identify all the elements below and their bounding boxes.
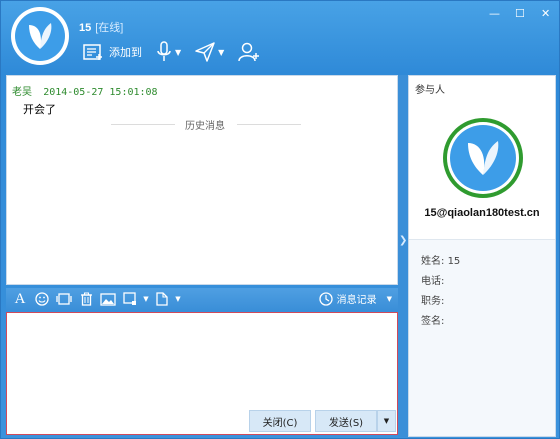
message-header: 老吴 2014-05-27 15:01:08 — [12, 83, 158, 98]
participant-email: 15@qiaolan180test.cn — [424, 207, 540, 219]
message-time: 2014-05-27 15:01:08 — [43, 87, 158, 98]
add-user-icon — [238, 42, 260, 62]
file-icon[interactable] — [152, 290, 172, 308]
info-row-name: 姓名: 15 — [421, 256, 461, 267]
chevron-down-icon[interactable]: ▼ — [142, 290, 150, 308]
contact-avatar[interactable] — [11, 7, 69, 65]
message-text: 开会了 — [23, 103, 56, 116]
paper-plane-icon — [195, 42, 215, 62]
send-options-chevron-icon[interactable]: ▼ — [377, 410, 396, 432]
add-to-button[interactable]: 添加到 — [83, 43, 142, 61]
leaf-logo-icon — [29, 23, 52, 49]
header-toolbar: 添加到 ▼ ▼ — [83, 39, 274, 65]
info-value-name: 15 — [447, 256, 461, 267]
participant-info: 姓名: 15 电话: 职务: 签名: — [421, 252, 460, 332]
info-row-signature: 签名: — [421, 316, 445, 327]
microphone-icon — [157, 41, 171, 61]
message-input[interactable]: 关闭(C) 发送(S) ▼ — [6, 312, 398, 435]
participant-avatar[interactable] — [443, 118, 523, 198]
window-capture-icon[interactable] — [120, 290, 140, 308]
clock-icon — [318, 291, 333, 306]
invite-member-button[interactable] — [238, 42, 260, 62]
participants-panel: 参与人 15@qiaolan180test.cn 姓名: 15 电话: 职务: … — [408, 75, 556, 437]
window-title: 15 [在线] — [79, 19, 123, 35]
image-icon[interactable] — [98, 290, 118, 308]
close-icon[interactable]: ✕ — [541, 7, 550, 20]
message-area[interactable]: 老吴 2014-05-27 15:01:08 开会了 历史消息 — [6, 75, 398, 285]
voice-button[interactable]: ▼ — [156, 41, 181, 63]
chevron-down-icon[interactable]: ▼ — [174, 290, 182, 308]
chevron-down-icon[interactable]: ▼ — [175, 48, 181, 57]
screenshot-icon[interactable] — [54, 290, 74, 308]
divider-line — [111, 124, 175, 125]
emoji-icon[interactable] — [32, 290, 52, 308]
close-button[interactable]: 关闭(C) — [249, 410, 311, 432]
send-file-button[interactable]: ▼ — [195, 42, 224, 62]
message-history-label: 消息记录 — [336, 295, 377, 306]
chevron-down-icon[interactable]: ▼ — [387, 295, 392, 303]
chat-window: 15 [在线] — ☐ ✕ 添加到 ▼ ▼ 老吴 2014-05-27 15:0… — [0, 0, 560, 439]
font-icon[interactable]: A — [10, 290, 30, 308]
message-history-button[interactable]: 消息记录 ▼ — [318, 291, 392, 306]
contact-status: [在线] — [95, 22, 124, 34]
contact-name: 15 — [79, 22, 92, 34]
delete-icon[interactable] — [76, 290, 96, 308]
history-label[interactable]: 历史消息 — [185, 117, 225, 132]
send-button[interactable]: 发送(S) — [315, 410, 377, 432]
history-divider: 历史消息 — [111, 117, 301, 132]
maximize-icon[interactable]: ☐ — [515, 7, 525, 20]
minimize-icon[interactable]: — — [489, 7, 500, 20]
participants-title: 参与人 — [415, 85, 445, 96]
chevron-right-icon[interactable]: ❯ — [399, 235, 407, 246]
leaf-logo-icon — [468, 141, 499, 175]
info-row-phone: 电话: — [421, 276, 445, 287]
participant-card: 参与人 15@qiaolan180test.cn — [409, 76, 555, 240]
add-list-icon — [83, 44, 102, 60]
chevron-down-icon[interactable]: ▼ — [218, 48, 224, 57]
panel-splitter[interactable]: ❯ — [398, 75, 408, 437]
add-to-label: 添加到 — [109, 46, 142, 59]
format-toolbar: A ▼ ▼ 消息记录 ▼ — [6, 288, 398, 310]
info-row-title: 职务: — [421, 296, 445, 307]
divider-line — [237, 124, 301, 125]
message-sender: 老吴 — [12, 87, 32, 98]
